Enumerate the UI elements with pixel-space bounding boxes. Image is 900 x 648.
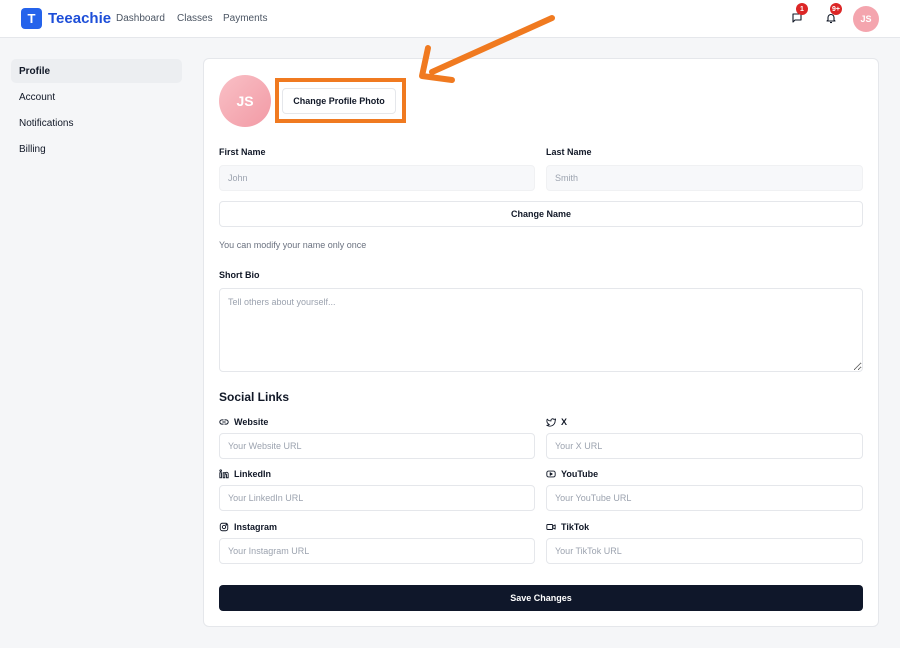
linkedin-input[interactable]	[219, 485, 535, 511]
instagram-icon	[219, 522, 229, 532]
messages-button[interactable]: 1	[790, 3, 808, 25]
last-name-input[interactable]	[546, 165, 863, 191]
short-bio-textarea[interactable]	[219, 288, 863, 372]
nav-dashboard[interactable]: Dashboard	[116, 13, 165, 24]
website-label: Website	[219, 417, 268, 427]
youtube-icon	[546, 470, 556, 478]
tiktok-input[interactable]	[546, 538, 863, 564]
brand-name[interactable]: Teeachie	[48, 10, 111, 27]
instagram-label: Instagram	[219, 522, 277, 532]
name-hint: You can modify your name only once	[219, 240, 367, 250]
youtube-label: YouTube	[546, 469, 598, 479]
linkedin-label: LinkedIn	[219, 469, 271, 479]
first-name-label: First Name	[219, 147, 266, 157]
x-label: X	[546, 417, 567, 427]
linkedin-icon	[219, 469, 229, 479]
website-label-text: Website	[234, 417, 269, 427]
first-name-input[interactable]	[219, 165, 535, 191]
nav-payments[interactable]: Payments	[223, 13, 267, 24]
change-name-button[interactable]: Change Name	[219, 201, 863, 227]
youtube-input[interactable]	[546, 485, 863, 511]
notifications-badge: 9+	[830, 3, 842, 15]
sidebar-item-profile[interactable]: Profile	[11, 59, 182, 83]
instagram-input[interactable]	[219, 538, 535, 564]
arrow-annotation-icon	[419, 15, 555, 83]
tiktok-label-text: TikTok	[561, 522, 590, 532]
x-label-text: X	[561, 417, 568, 427]
logo-icon[interactable]: T	[21, 8, 42, 29]
instagram-label-text: Instagram	[234, 522, 278, 532]
link-icon	[219, 419, 229, 425]
youtube-label-text: YouTube	[561, 469, 599, 479]
nav-classes[interactable]: Classes	[177, 13, 213, 24]
website-input[interactable]	[219, 433, 535, 459]
save-changes-button[interactable]: Save Changes	[219, 585, 863, 611]
messages-badge: 1	[796, 3, 808, 15]
sidebar-item-notifications[interactable]: Notifications	[11, 111, 182, 135]
change-profile-photo-button[interactable]: Change Profile Photo	[282, 88, 396, 114]
last-name-label: Last Name	[546, 147, 592, 157]
tiktok-label: TikTok	[546, 522, 589, 532]
x-input[interactable]	[546, 433, 863, 459]
profile-avatar: JS	[219, 75, 271, 127]
user-avatar[interactable]: JS	[853, 6, 879, 32]
short-bio-label: Short Bio	[219, 270, 260, 280]
social-links-title: Social Links	[219, 390, 290, 404]
sidebar-item-account[interactable]: Account	[11, 85, 182, 109]
video-icon	[546, 524, 556, 530]
sidebar-item-billing[interactable]: Billing	[11, 137, 182, 161]
linkedin-label-text: LinkedIn	[234, 469, 272, 479]
notifications-button[interactable]: 9+	[824, 3, 842, 25]
twitter-icon	[546, 418, 556, 427]
